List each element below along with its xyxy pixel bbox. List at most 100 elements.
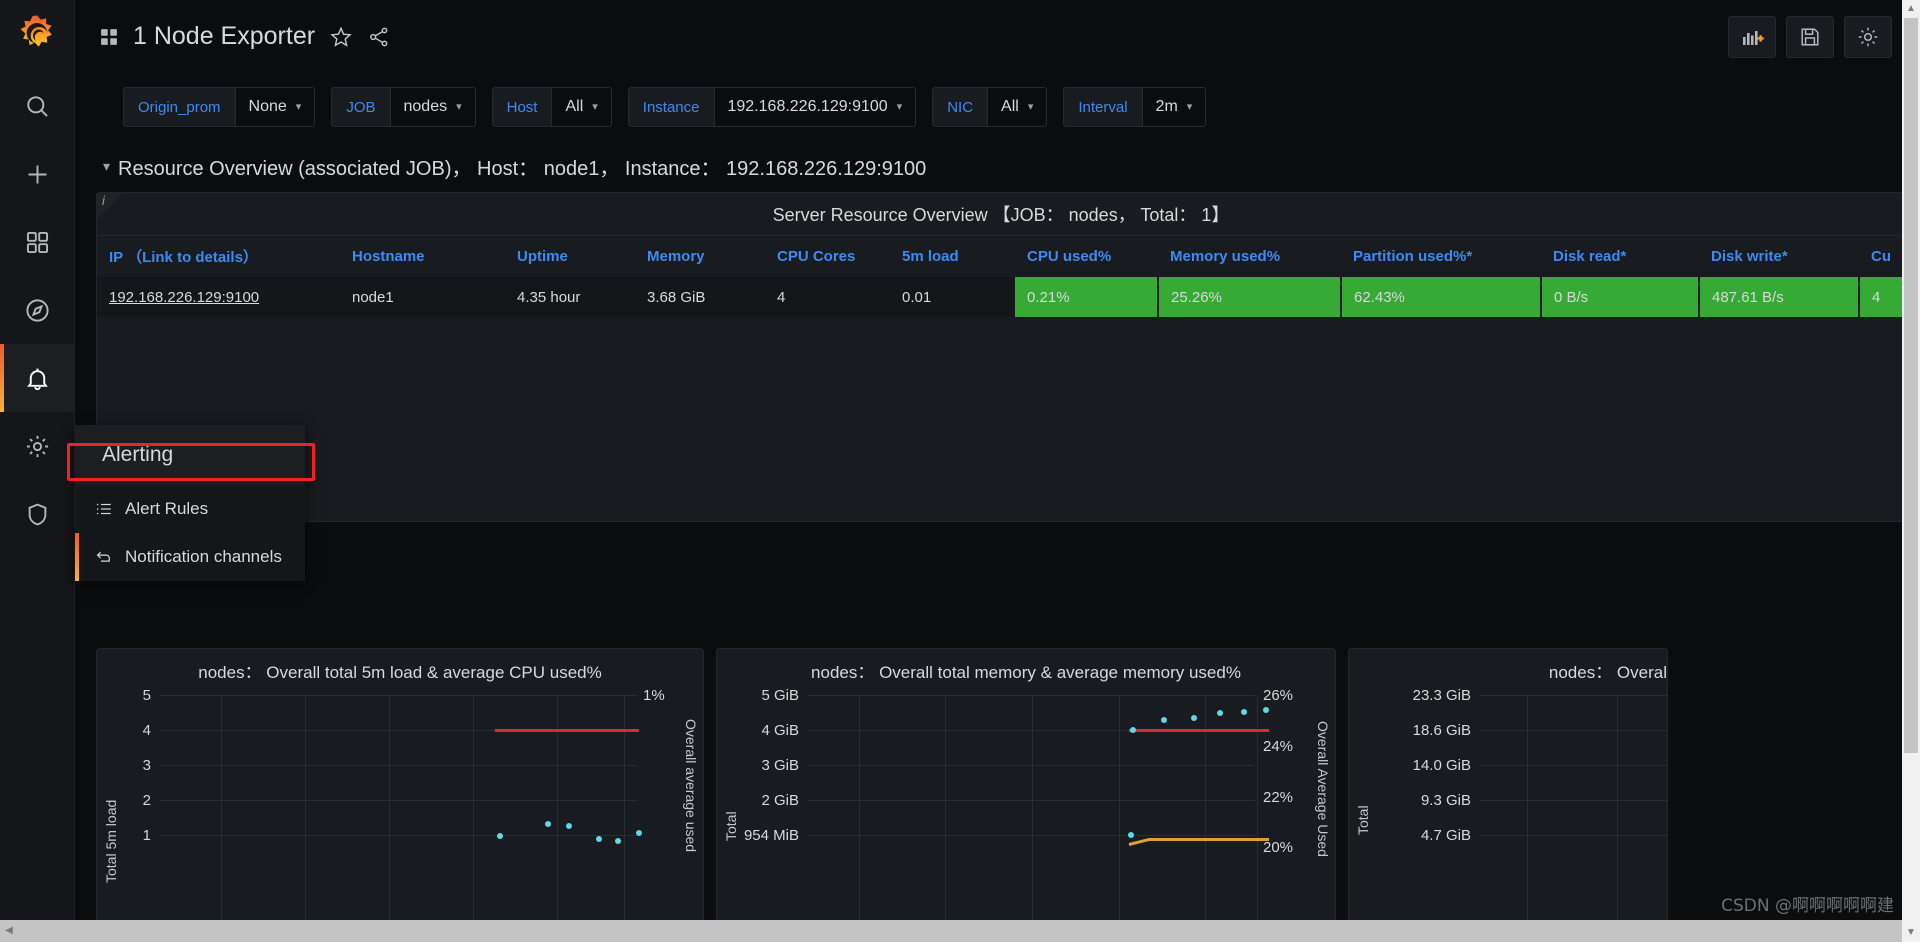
series-line-total-5m-load <box>495 729 639 732</box>
y-tick: 2 GiB <box>761 792 799 809</box>
data-point <box>1128 832 1134 838</box>
cell-hostname: node1 <box>352 288 394 306</box>
chevron-down-icon: ▾ <box>103 158 111 174</box>
grafana-logo-button[interactable] <box>0 0 75 72</box>
menu-item-notification-channels[interactable]: Notification channels <box>75 533 305 581</box>
gear-icon <box>26 435 48 457</box>
column-header-uptime[interactable]: Uptime <box>505 235 635 277</box>
data-point <box>545 821 551 827</box>
variable-value-text: 192.168.226.129:9100 <box>727 98 888 115</box>
dashboard-settings-button[interactable] <box>1844 15 1892 58</box>
chevron-up-icon[interactable]: ▲ <box>1902 0 1920 18</box>
cell-cpu-cores: 4 <box>777 288 786 306</box>
sidebar-item-alerting[interactable] <box>0 344 75 412</box>
cell-ip[interactable]: 192.168.226.129:9100 <box>97 277 340 317</box>
column-header-ip[interactable]: IP （Link to details） <box>97 235 340 277</box>
row-header-resource-overview[interactable]: ▾ Resource Overview (associated JOB)， Ho… <box>103 152 926 181</box>
chevron-down-icon[interactable]: ▼ <box>1902 924 1920 942</box>
column-header-hostname[interactable]: Hostname <box>340 235 505 277</box>
y2-axis-title: Overall Average Used <box>1315 721 1331 857</box>
y2-tick: 24% <box>1263 738 1294 755</box>
column-header-disk-read[interactable]: Disk read* <box>1541 235 1699 277</box>
gridline <box>221 695 222 939</box>
alerting-flyout-menu: Alerting Alert Rules Notification channe… <box>75 425 305 581</box>
variable-job: JOB nodes ▾ <box>331 87 476 127</box>
data-point <box>497 833 503 839</box>
data-point <box>1241 709 1247 715</box>
table-header-row: IP （Link to details） Hostname Uptime Mem… <box>97 235 1905 277</box>
gridline <box>807 800 1255 801</box>
column-header-cut-off[interactable]: Cu <box>1859 235 1905 277</box>
sidebar-item-search[interactable] <box>0 72 75 140</box>
panel-title: nodes： Overall total 5m load & average C… <box>198 662 602 682</box>
menu-item-alert-rules[interactable]: Alert Rules <box>75 485 305 533</box>
sidebar-item-server-admin[interactable] <box>0 480 75 548</box>
sidebar-item-configuration[interactable] <box>0 412 75 480</box>
sidebar-item-explore[interactable] <box>0 276 75 344</box>
variable-value-dropdown[interactable]: 192.168.226.129:9100 ▾ <box>714 87 917 127</box>
grafana-logo-icon <box>20 15 52 47</box>
share-icon[interactable] <box>367 25 391 49</box>
variable-label: Origin_prom <box>123 87 236 127</box>
gridline <box>159 695 637 696</box>
column-header-memory-used[interactable]: Memory used% <box>1158 235 1341 277</box>
gridline <box>159 835 637 836</box>
y2-tick: 22% <box>1263 789 1294 806</box>
menu-item-label: Alert Rules <box>125 499 209 518</box>
sidebar-item-create[interactable] <box>0 140 75 208</box>
cell-partition-used: 62.43% <box>1341 277 1542 317</box>
dashboard-title-group: 1 Node Exporter <box>99 22 391 51</box>
chevron-down-icon: ▾ <box>295 100 302 113</box>
chevron-down-icon: ▾ <box>456 100 462 113</box>
column-header-disk-write[interactable]: Disk write* <box>1699 235 1859 277</box>
page-title: 1 Node Exporter <box>133 22 316 50</box>
column-header-partition-used[interactable]: Partition used%* <box>1341 235 1541 277</box>
cell-disk-read: 0 B/s <box>1541 277 1700 317</box>
variable-value-text: All <box>1001 98 1019 115</box>
bell-icon <box>26 368 48 390</box>
y-tick: 4.7 GiB <box>1420 827 1471 844</box>
variable-value-dropdown[interactable]: All ▾ <box>988 87 1048 127</box>
ip-link[interactable]: 192.168.226.129:9100 <box>109 289 259 306</box>
watermark: CSDN @啊啊啊啊啊建 <box>1721 896 1894 916</box>
compass-icon <box>25 298 49 322</box>
horizontal-scrollbar[interactable]: ◀ <box>0 920 1902 942</box>
column-header-cpu-cores[interactable]: CPU Cores <box>765 235 890 277</box>
flyout-title[interactable]: Alerting <box>75 425 305 485</box>
add-panel-button[interactable] <box>1728 15 1776 58</box>
column-header-memory[interactable]: Memory <box>635 235 765 277</box>
gridline <box>159 765 637 766</box>
y2-tick: 26% <box>1263 687 1294 704</box>
cell-cpu-used: 0.21% <box>1015 277 1159 317</box>
vertical-scrollbar-thumb[interactable] <box>1904 18 1918 753</box>
sidebar-item-dashboards[interactable] <box>0 208 75 276</box>
template-variables-bar: Origin_prom None ▾ JOB nodes ▾ Host All … <box>75 80 1906 134</box>
data-point <box>1263 707 1269 713</box>
save-dashboard-button[interactable] <box>1786 15 1834 58</box>
variable-label: NIC <box>932 87 989 127</box>
star-icon[interactable] <box>329 25 353 49</box>
column-header-5m-load[interactable]: 5m load <box>890 235 1015 277</box>
cell-disk-write: 487.61 B/s <box>1699 277 1860 317</box>
plot-area: Total 23.3 GiB 18.6 GiB 14.0 GiB 9.3 GiB… <box>1349 687 1667 939</box>
gridline <box>807 765 1255 766</box>
variable-value-dropdown[interactable]: 2m ▾ <box>1142 87 1207 127</box>
variable-value-dropdown[interactable]: All ▾ <box>552 87 612 127</box>
gridline <box>389 695 390 939</box>
cell-memory: 3.68 GiB <box>647 288 706 306</box>
column-header-cpu-used[interactable]: CPU used% <box>1015 235 1158 277</box>
variable-label: Host <box>491 87 553 127</box>
variable-value-dropdown[interactable]: None ▾ <box>235 87 316 127</box>
vertical-scrollbar[interactable]: ▲ ▼ <box>1902 0 1920 942</box>
cell-cut-off: 4 <box>1859 277 1905 317</box>
chevron-left-icon[interactable]: ◀ <box>0 920 18 942</box>
series-line-used <box>1148 838 1269 841</box>
gridline <box>159 800 637 801</box>
gridline <box>1479 695 1667 696</box>
chevron-down-icon: ▾ <box>896 100 903 113</box>
variable-value-dropdown[interactable]: nodes ▾ <box>390 87 476 127</box>
y2-axis-title: Overall average used <box>683 719 699 853</box>
dashboard-grid-icon <box>101 28 117 45</box>
cell-5m-load: 0.01 <box>902 288 932 306</box>
y-tick: 5 GiB <box>761 687 799 704</box>
